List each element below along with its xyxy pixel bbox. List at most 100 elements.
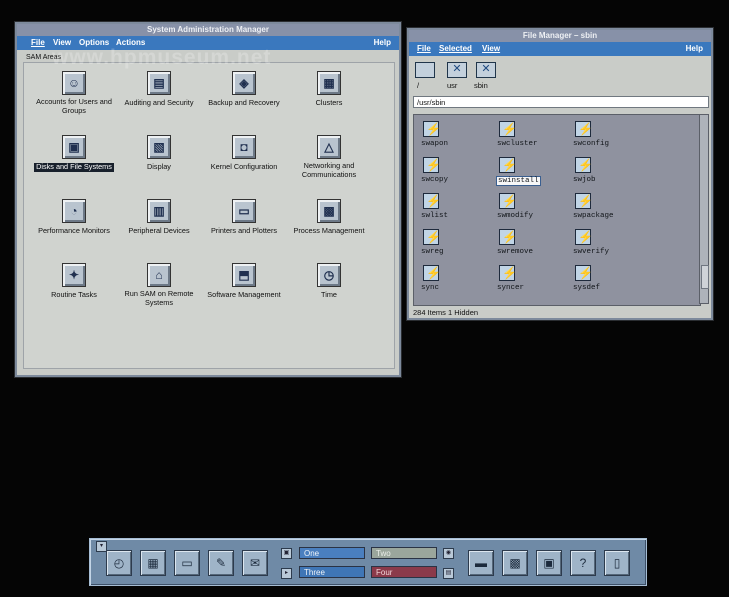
workspace-two[interactable]: Two	[371, 547, 437, 559]
path-usr-label[interactable]: usr	[447, 81, 457, 90]
printer-icon[interactable]: ▬	[468, 550, 494, 576]
text-editor-icon[interactable]: ✎	[208, 550, 234, 576]
help-manager-icon[interactable]: ?	[570, 550, 596, 576]
sam-area-item[interactable]: ▦ Clusters	[284, 71, 374, 108]
sam-window: System Administration Manager File View …	[15, 22, 401, 377]
shield-icon: ▤	[147, 71, 171, 95]
fm-file-item[interactable]: ⚡ swjob	[572, 157, 642, 184]
executable-icon: ⚡	[423, 229, 441, 245]
executable-icon: ⚡	[423, 265, 441, 281]
sam-area-label: Backup and Recovery	[208, 98, 280, 107]
fm-file-item[interactable]: ⚡ swcluster	[496, 121, 566, 148]
sam-area-item[interactable]: ▤ Auditing and Security	[114, 71, 204, 108]
sam-area-label: Routine Tasks	[51, 290, 97, 299]
fm-status: 284 Items 1 Hidden	[413, 308, 479, 317]
fm-file-name: swverify	[573, 248, 610, 256]
workspace-one[interactable]: One	[299, 547, 365, 559]
fm-file-item[interactable]: ⚡ syncer	[496, 265, 566, 292]
sam-area-item[interactable]: ⌂ Run SAM on Remote Systems	[114, 263, 204, 307]
fm-menu-view[interactable]: View	[482, 42, 500, 56]
fm-file-name: sync	[421, 284, 440, 292]
sam-area-item[interactable]: △ Networking and Communications	[284, 135, 374, 179]
executable-icon: ⚡	[575, 121, 593, 137]
mail-icon[interactable]: ✉	[242, 550, 268, 576]
fm-path-field[interactable]: /usr/sbin	[413, 96, 709, 108]
executable-icon: ⚡	[575, 265, 593, 281]
fm-file-name: swconfig	[573, 140, 610, 148]
software-icon: ⬒	[232, 263, 256, 287]
fm-file-item[interactable]: ⚡ swapon	[420, 121, 490, 148]
fm-menu-help[interactable]: Help	[686, 42, 703, 56]
sam-area-item[interactable]: ◘ Kernel Configuration	[199, 135, 289, 172]
sam-title[interactable]: System Administration Manager	[17, 24, 399, 36]
fm-file-item[interactable]: ⚡ swremove	[496, 229, 566, 256]
busy-light-icon: ◉	[443, 548, 454, 559]
fm-scrollbar[interactable]	[699, 114, 709, 304]
fm-file-item[interactable]: ⚡ swlist	[420, 193, 490, 220]
fm-menu-file[interactable]: File	[417, 42, 431, 56]
fm-file-item[interactable]: ⚡ swinstall	[496, 157, 566, 186]
fm-file-name: swcluster	[497, 140, 538, 148]
sam-area-item[interactable]: ▣ Disks and File Systems	[29, 135, 119, 172]
trash-mini-icon[interactable]: ▤	[443, 568, 454, 579]
path-root-label[interactable]: /	[417, 81, 419, 90]
fm-file-item[interactable]: ⚡ swmodify	[496, 193, 566, 220]
fm-title[interactable]: File Manager – sbin	[409, 30, 711, 42]
fm-file-name: swapon	[421, 140, 449, 148]
workspace-four[interactable]: Four	[371, 566, 437, 578]
sam-area-item[interactable]: ◈ Backup and Recovery	[199, 71, 289, 108]
folder-sbin-icon[interactable]: ✕	[476, 62, 496, 78]
trash-can-icon[interactable]: ▯	[604, 550, 630, 576]
fm-file-item[interactable]: ⚡ swreg	[420, 229, 490, 256]
sam-area-label: Run SAM on Remote Systems	[124, 289, 194, 307]
sam-area-item[interactable]: ▥ Peripheral Devices	[114, 199, 204, 236]
users-icon: ☺	[62, 71, 86, 95]
folder-root-icon[interactable]	[415, 62, 435, 78]
sam-area-item[interactable]: ▧ Display	[114, 135, 204, 172]
sam-area-item[interactable]: ◷ Time	[284, 263, 374, 300]
path-sbin-label[interactable]: sbin	[474, 81, 488, 90]
clock-icon: ◷	[317, 263, 341, 287]
exit-icon[interactable]: ▸	[281, 568, 292, 579]
executable-icon: ⚡	[423, 121, 441, 137]
clock-icon[interactable]: ◴	[106, 550, 132, 576]
folder-usr-icon[interactable]: ✕	[447, 62, 467, 78]
fm-file-name: swpackage	[573, 212, 614, 220]
fm-iconic-path: ✕ ✕ / usr sbin	[413, 60, 709, 94]
fm-scroll-thumb[interactable]	[701, 265, 709, 289]
executable-icon: ⚡	[499, 121, 517, 137]
fm-file-name: swreg	[421, 248, 444, 256]
sam-area-item[interactable]: ◔ Performance Monitors	[29, 199, 119, 236]
sam-area-label: Accounts for Users and Groups	[36, 97, 112, 115]
workspace-three[interactable]: Three	[299, 566, 365, 578]
executable-icon: ⚡	[575, 193, 593, 209]
fm-file-item[interactable]: ⚡ sysdef	[572, 265, 642, 292]
sam-menu-file[interactable]: File	[31, 36, 45, 50]
sam-area-item[interactable]: ☺ Accounts for Users and Groups	[29, 71, 119, 115]
sam-area-label: Time	[321, 290, 337, 299]
fm-menu-selected[interactable]: Selected	[439, 42, 472, 56]
sam-area-label: Kernel Configuration	[210, 162, 278, 171]
executable-icon: ⚡	[499, 229, 517, 245]
sam-area-item[interactable]: ▭ Printers and Plotters	[199, 199, 289, 236]
fm-file-item[interactable]: ⚡ sync	[420, 265, 490, 292]
sam-menu-help[interactable]: Help	[374, 36, 391, 50]
lock-icon[interactable]: ▣	[281, 548, 292, 559]
fm-file-item[interactable]: ⚡ swverify	[572, 229, 642, 256]
cluster-icon: ▦	[317, 71, 341, 95]
app-manager-icon[interactable]: ▣	[536, 550, 562, 576]
fm-file-item[interactable]: ⚡ swconfig	[572, 121, 642, 148]
executable-icon: ⚡	[499, 265, 517, 281]
fm-file-name: syncer	[497, 284, 525, 292]
sam-area-item[interactable]: ▩ Process Management	[284, 199, 374, 236]
sam-area-item[interactable]: ✦ Routine Tasks	[29, 263, 119, 300]
calendar-icon[interactable]: ▦	[140, 550, 166, 576]
fm-file-item[interactable]: ⚡ swcopy	[420, 157, 490, 184]
style-manager-icon[interactable]: ▩	[502, 550, 528, 576]
fm-menubar: File Selected View Help	[409, 42, 711, 56]
fm-file-item[interactable]: ⚡ swpackage	[572, 193, 642, 220]
fm-file-name: swmodify	[497, 212, 534, 220]
sam-area-item[interactable]: ⬒ Software Management	[199, 263, 289, 300]
file-manager-icon[interactable]: ▭	[174, 550, 200, 576]
sam-area-label: Display	[147, 162, 171, 171]
